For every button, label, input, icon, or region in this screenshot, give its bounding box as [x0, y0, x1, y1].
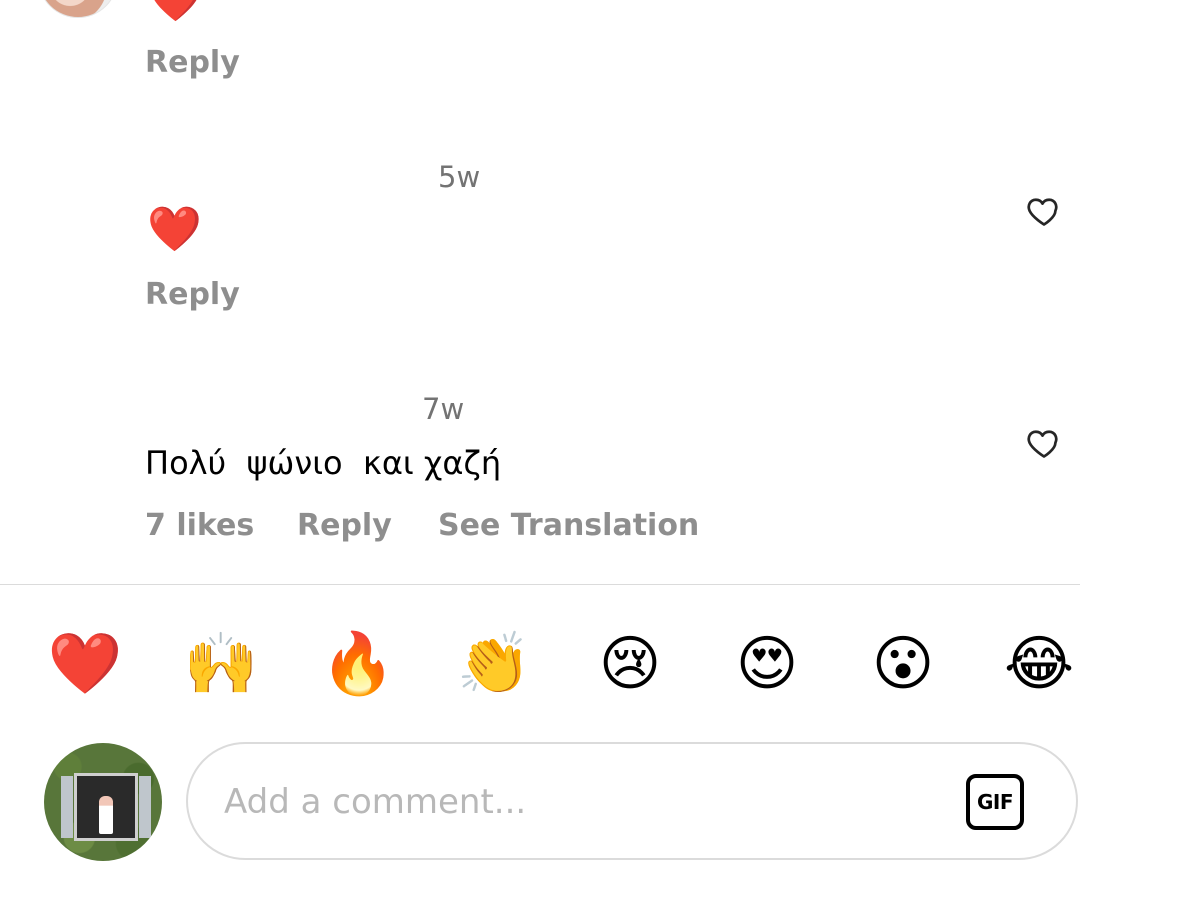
comment-timestamp: 5w [438, 160, 481, 194]
comment-text: Πολύ ψώνιο και χαζή [145, 444, 502, 482]
reaction-surprised[interactable]: 😮 [865, 626, 941, 702]
comment-text: ❤️ [147, 205, 202, 254]
reaction-heart-eyes[interactable]: 😍 [729, 626, 805, 702]
comment-timestamp: 7w [422, 392, 465, 426]
avatar-photo [61, 773, 151, 841]
reply-button[interactable]: Reply [297, 508, 392, 543]
reply-button[interactable]: Reply [145, 277, 240, 312]
reaction-raised-hands[interactable]: 🙌 [183, 626, 259, 702]
commenter-avatar[interactable] [38, 0, 118, 18]
reply-button[interactable]: Reply [145, 45, 240, 80]
reaction-clap[interactable]: 👏 [456, 626, 532, 702]
reaction-crying[interactable]: 😢 [592, 626, 668, 702]
comment-text: ❤️ [148, 0, 203, 22]
comment-input[interactable] [222, 772, 926, 832]
heart-outline-icon[interactable] [1026, 425, 1062, 461]
see-translation-button[interactable]: See Translation [438, 508, 699, 543]
comment-composer: GIF [186, 742, 1078, 860]
heart-outline-icon[interactable] [1026, 193, 1062, 229]
user-avatar[interactable] [44, 743, 162, 861]
reaction-heart[interactable]: ❤️ [47, 626, 123, 702]
divider [0, 584, 1080, 585]
reaction-laughing[interactable]: 😂 [1001, 626, 1077, 702]
reaction-fire[interactable]: 🔥 [320, 626, 396, 702]
gif-icon[interactable]: GIF [966, 774, 1024, 830]
likes-count[interactable]: 7 likes [145, 508, 254, 543]
